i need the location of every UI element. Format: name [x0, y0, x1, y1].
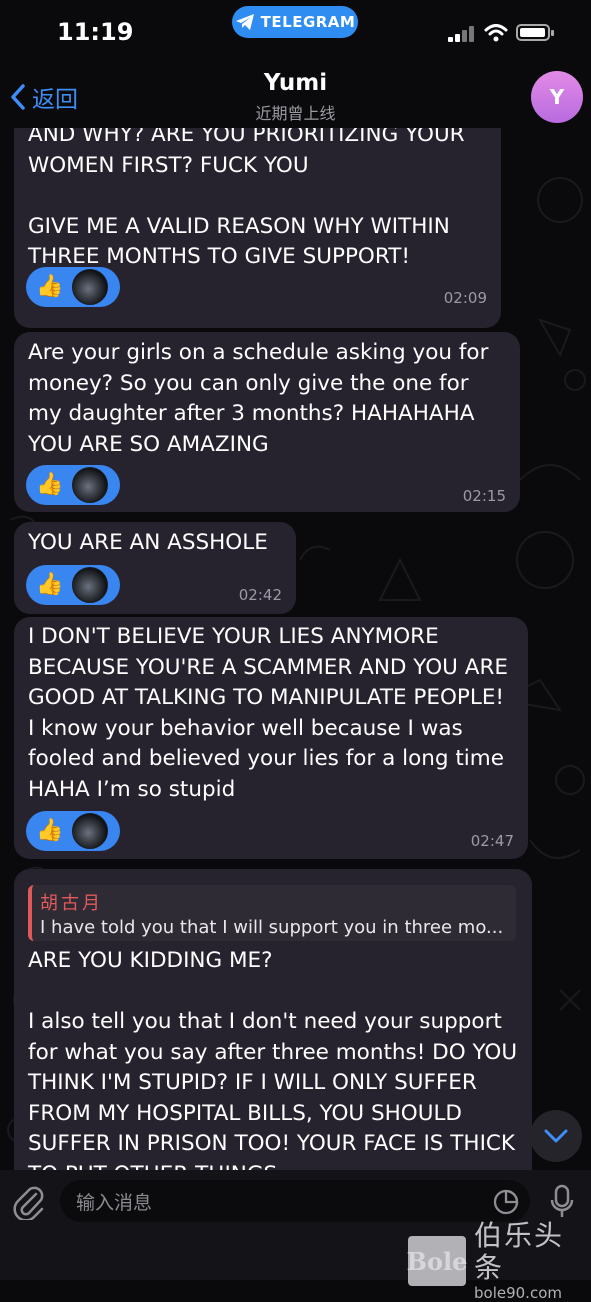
- message-time: 02:42: [238, 586, 282, 604]
- chat-header: 返回 Yumi 近期曾上线 Y: [0, 66, 591, 128]
- chevron-down-icon: [544, 1129, 568, 1143]
- reaction-pill[interactable]: 👍: [26, 267, 120, 307]
- paperclip-icon[interactable]: [12, 1182, 46, 1220]
- reactor-avatar: [72, 269, 109, 305]
- contact-status: 近期曾上线: [255, 104, 336, 123]
- telegram-icon: [235, 14, 254, 30]
- battery-icon: [516, 24, 554, 41]
- message-text: I DON'T BELIEVE YOUR LIES ANYMORE BECAUS…: [28, 624, 515, 802]
- scroll-to-bottom-button[interactable]: [530, 1110, 582, 1162]
- status-time: 11:19: [57, 18, 134, 46]
- cellular-signal-icon: [448, 26, 474, 42]
- watermark-name: 伯乐头条: [474, 1219, 565, 1284]
- message-text: AND WHY? ARE YOU PRIORITIZING YOUR WOMEN…: [28, 128, 465, 269]
- thumbs-up-icon: 👍: [36, 274, 64, 299]
- reactor-avatar: [72, 567, 109, 603]
- reply-sender-name: 胡古月: [40, 893, 103, 914]
- watermark: Bole 伯乐头条 bole90.com: [407, 1219, 591, 1302]
- message-bubble[interactable]: 胡古月 I have told you that I will support …: [14, 869, 532, 1170]
- message-list[interactable]: AND WHY? ARE YOU PRIORITIZING YOUR WOMEN…: [0, 128, 591, 1170]
- reply-quote-text: I have told you that I will support you …: [40, 917, 504, 938]
- wifi-icon: [484, 24, 508, 42]
- watermark-logo: Bole: [407, 1236, 467, 1286]
- reaction-pill[interactable]: 👍: [26, 565, 120, 605]
- reply-quote[interactable]: 胡古月 I have told you that I will support …: [28, 885, 516, 941]
- message-time: 02:15: [462, 487, 506, 505]
- message-text: YOU ARE AN ASSHOLE: [28, 530, 268, 555]
- status-bar: 11:19 TELEGRAM: [0, 0, 591, 66]
- thumbs-up-icon: 👍: [36, 472, 64, 497]
- message-input-placeholder: 输入消息: [76, 1191, 153, 1214]
- contact-name[interactable]: Yumi: [0, 70, 591, 96]
- message-bubble[interactable]: I DON'T BELIEVE YOUR LIES ANYMORE BECAUS…: [14, 617, 528, 859]
- reactor-avatar: [72, 467, 109, 503]
- sticker-icon[interactable]: [492, 1188, 520, 1216]
- telegram-return-pill[interactable]: TELEGRAM: [232, 6, 358, 38]
- reaction-pill[interactable]: 👍: [26, 465, 120, 505]
- microphone-icon[interactable]: [550, 1184, 574, 1220]
- message-input[interactable]: 输入消息: [60, 1180, 530, 1222]
- message-bubble[interactable]: Are your girls on a schedule asking you …: [14, 332, 520, 512]
- watermark-url: bole90.com: [474, 1284, 562, 1302]
- thumbs-up-icon: 👍: [36, 572, 64, 597]
- thumbs-up-icon: 👍: [36, 818, 64, 843]
- message-time: 02:09: [443, 289, 487, 307]
- reactor-avatar: [72, 813, 109, 849]
- contact-avatar[interactable]: Y: [531, 71, 583, 123]
- message-text: Are your girls on a schedule asking you …: [28, 340, 496, 457]
- message-bubble[interactable]: YOU ARE AN ASSHOLE 👍 02:42: [14, 522, 296, 614]
- reaction-pill[interactable]: 👍: [26, 811, 120, 851]
- telegram-pill-label: TELEGRAM: [260, 13, 356, 31]
- message-bubble[interactable]: AND WHY? ARE YOU PRIORITIZING YOUR WOMEN…: [14, 128, 501, 328]
- message-time: 02:47: [470, 832, 514, 850]
